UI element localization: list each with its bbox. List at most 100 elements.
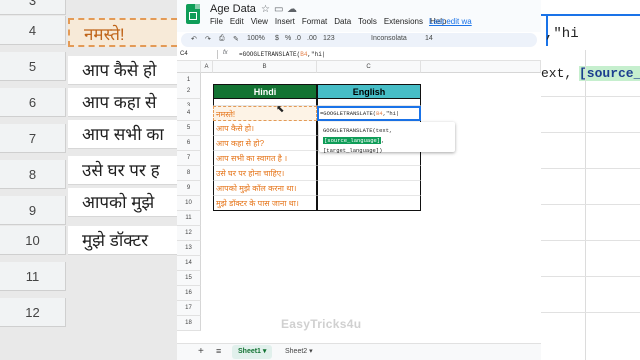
menu-tools[interactable]: Tools (358, 17, 377, 26)
c4-formula-prefix: =GOOGLETRANSLATE( (320, 110, 377, 117)
zoom-hindi-cell: आप कैसे हो (68, 56, 177, 85)
cell-c10[interactable] (317, 196, 421, 211)
add-sheet-button[interactable]: + (198, 346, 204, 357)
decrease-decimal-button[interactable]: .0 (295, 35, 301, 42)
zoom-chip-text: ext, (541, 66, 573, 81)
zoom-grid-line (541, 96, 640, 97)
formula-hint-tooltip: GOOGLETRANSLATE(text, [source_language],… (319, 122, 455, 154)
zoom-row-number: 7 (0, 124, 66, 153)
row-header[interactable]: 7 (177, 151, 201, 166)
zoom-row-number: 9 (0, 196, 66, 225)
tooltip-highlight-arg: [source_language] (323, 137, 382, 144)
row-header[interactable]: 9 (177, 181, 201, 196)
last-edit-link[interactable]: Last edit wa (429, 17, 472, 26)
tooltip-text: GOOGLETRANSLATE(text, (323, 127, 393, 134)
percent-button[interactable]: % (285, 35, 291, 42)
zoom-row-number: 12 (0, 298, 66, 327)
header-hindi[interactable]: Hindi (213, 84, 317, 99)
tab-sheet2[interactable]: Sheet2 ▾ (279, 345, 319, 359)
menu-edit[interactable]: Edit (230, 17, 244, 26)
paint-format-icon[interactable]: ✎ (233, 35, 239, 43)
zoomed-right-strip: ,"hi ext, [source_language] (541, 0, 640, 360)
zoom-grid-line (541, 168, 640, 169)
row-header[interactable]: 4 (177, 106, 201, 121)
cell-c4-editing[interactable]: =GOOGLETRANSLATE(B4,"hi| (317, 106, 421, 121)
print-icon[interactable]: ⎙ (219, 35, 225, 43)
menu-data[interactable]: Data (334, 17, 351, 26)
zoom-row-number: 10 (0, 226, 66, 255)
cell-b8[interactable]: उसे घर पर होना चाहिए। (213, 166, 317, 181)
zoom-grid-line (541, 240, 640, 241)
tab-sheet1[interactable]: Sheet1 ▾ (232, 345, 273, 359)
title-bar: Age Data ☆ ▭ ☁ File Edit View Insert Format D… (177, 0, 541, 32)
watermark: EasyTricks4u (281, 317, 362, 331)
row-header[interactable]: 2 (177, 84, 201, 99)
document-title[interactable]: Age Data (210, 3, 256, 15)
row-header[interactable]: 11 (177, 211, 201, 226)
column-header-b[interactable]: B (213, 61, 317, 73)
row-header[interactable]: 17 (177, 301, 201, 316)
menu-file[interactable]: File (210, 17, 223, 26)
font-size-input[interactable]: 14 (425, 35, 433, 42)
zoom-row-number: 5 (0, 52, 66, 81)
menu-extensions[interactable]: Extensions (384, 17, 423, 26)
all-sheets-button[interactable]: ≡ (216, 346, 221, 356)
row-header[interactable]: 6 (177, 136, 201, 151)
zoom-grid-line (541, 132, 640, 133)
tooltip-comma: , (381, 137, 385, 144)
row-header[interactable]: 13 (177, 241, 201, 256)
cloud-icon[interactable]: ☁ (287, 4, 297, 15)
header-english[interactable]: English (317, 84, 421, 99)
zoom-row-number: 8 (0, 160, 66, 189)
cell-c3[interactable] (317, 99, 421, 106)
tooltip-line2: [target_language]) (323, 147, 383, 154)
formula-input[interactable]: =GOOGLETRANSLATE(B4,"hi| (239, 51, 325, 58)
folder-icon[interactable]: ▭ (274, 4, 283, 15)
cell-b4[interactable]: नमस्ते! (213, 106, 317, 121)
cell-b10[interactable]: मुझे डॉक्टर के पास जाना था। (213, 196, 317, 211)
cell-b9[interactable]: आपको मुझे कॉल करना था। (213, 181, 317, 196)
undo-icon[interactable]: ↶ (191, 35, 197, 43)
row-header[interactable]: 15 (177, 271, 201, 286)
toolbar: ↶ ↷ ⎙ ✎ 100% $ % .0 .00 123 Inconsolata … (181, 33, 537, 47)
zoom-grid-line (541, 204, 640, 205)
mouse-pointer-icon: ⬉ (276, 104, 285, 115)
row-header[interactable]: 18 (177, 316, 201, 331)
cell-b6[interactable]: आप कहा से हो? (213, 136, 317, 151)
zoom-formula-tail: ,"hi (545, 26, 579, 42)
menu-format[interactable]: Format (302, 17, 327, 26)
row-header[interactable]: 10 (177, 196, 201, 211)
zoom-hindi-cell: नमस्ते! (68, 18, 177, 47)
font-select[interactable]: Inconsolata (371, 35, 407, 42)
cell-c9[interactable] (317, 181, 421, 196)
number-format-select[interactable]: 123 (323, 35, 335, 42)
sheets-window: Age Data ☆ ▭ ☁ File Edit View Insert Format D… (177, 0, 541, 360)
sheets-logo-icon[interactable] (186, 4, 200, 24)
zoom-select[interactable]: 100% (247, 35, 265, 42)
zoom-hindi-cell: आप सभी का (68, 120, 177, 149)
row-header[interactable]: 16 (177, 286, 201, 301)
row-header[interactable]: 8 (177, 166, 201, 181)
row-header[interactable]: 12 (177, 226, 201, 241)
cell-b7[interactable]: आप सभी का स्वागत है । (213, 151, 317, 166)
select-all-corner[interactable] (177, 61, 201, 73)
column-header-empty (421, 61, 541, 73)
menu-view[interactable]: View (251, 17, 268, 26)
row-header[interactable]: 5 (177, 121, 201, 136)
zoom-hindi-cell: उसे घर पर ह (68, 156, 177, 185)
cell-b5[interactable]: आप कैसे हो। (213, 121, 317, 136)
redo-icon[interactable]: ↷ (205, 35, 211, 43)
name-box[interactable]: C4 (180, 51, 188, 57)
c4-formula-ref: B4 (376, 110, 383, 117)
zoom-hindi-cell: आपको मुझे (68, 188, 177, 217)
row-header[interactable]: 14 (177, 256, 201, 271)
cell-c8[interactable] (317, 166, 421, 181)
menu-insert[interactable]: Insert (275, 17, 295, 26)
star-icon[interactable]: ☆ (261, 4, 270, 15)
zoom-row-number: 6 (0, 88, 66, 117)
column-header-a[interactable]: A (201, 61, 213, 73)
column-header-c[interactable]: C (317, 61, 421, 73)
increase-decimal-button[interactable]: .00 (307, 35, 317, 42)
cell-b3[interactable] (213, 99, 317, 106)
currency-button[interactable]: $ (275, 35, 279, 42)
